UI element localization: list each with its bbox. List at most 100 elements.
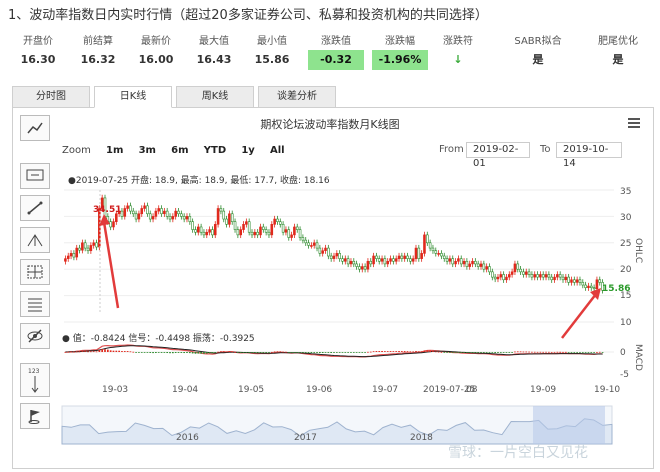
macd-bar: [398, 351, 400, 352]
macd-bar: [531, 351, 533, 353]
macd-bar: [576, 352, 578, 353]
candle-body: [146, 205, 149, 215]
macd-bar: [197, 352, 200, 354]
macd-bar: [121, 351, 123, 352]
macd-bar: [392, 351, 395, 352]
macd-bar: [98, 350, 101, 352]
macd-bar: [593, 352, 595, 353]
macd-bar: [208, 352, 211, 354]
watermark: 雪球：一片空白又见花: [448, 445, 588, 461]
navigator-window[interactable]: [533, 406, 605, 444]
candle-body: [389, 258, 392, 262]
macd-bar: [485, 352, 488, 353]
candle-body: [64, 258, 67, 262]
candle-body: [140, 208, 144, 215]
candle-body: [451, 258, 455, 265]
candle-body: [86, 247, 90, 252]
kline-chart[interactable]: ●2019-07-25 开盘: 18.9, 最高: 18.9, 最低: 17.7…: [0, 0, 660, 472]
macd-bar: [511, 352, 513, 353]
price-tick: 25: [620, 239, 631, 249]
candle-body: [233, 221, 237, 230]
macd-bar: [333, 352, 335, 353]
candle-body: [287, 229, 291, 238]
macd-bar: [482, 352, 485, 353]
macd-bar: [237, 352, 239, 353]
macd-bar: [463, 352, 465, 353]
candle-body: [493, 276, 497, 280]
macd-bar: [401, 351, 403, 352]
macd-axis-label: MACD: [633, 344, 643, 371]
candle-body: [581, 282, 585, 286]
macd-bar: [299, 352, 301, 353]
macd-bar: [590, 352, 593, 353]
candle-body: [442, 255, 446, 259]
candle-body: [482, 263, 486, 270]
macd-bar: [270, 351, 273, 353]
macd-bar: [200, 352, 202, 354]
candle-body: [505, 276, 508, 281]
macd-bar: [228, 351, 231, 353]
candle-body: [228, 213, 231, 225]
macd-bar: [73, 351, 75, 353]
macd-bar: [287, 352, 290, 353]
macd-bar: [423, 350, 426, 352]
candle-body: [239, 229, 242, 236]
macd-bar: [282, 351, 284, 353]
candle-body: [160, 208, 163, 215]
candle-body: [397, 255, 401, 259]
candle-body: [519, 268, 522, 273]
macd-bar: [143, 352, 146, 353]
macd-bar: [519, 351, 522, 353]
macd-bar: [460, 352, 463, 353]
macd-bar: [112, 350, 115, 352]
candle-body: [459, 258, 463, 265]
red-arrow-to-last: [561, 293, 597, 339]
candle-body: [496, 276, 500, 280]
macd-bar: [378, 351, 381, 352]
macd-bar: [403, 351, 406, 352]
macd-bar: [273, 351, 276, 353]
macd-bar: [90, 351, 92, 353]
candle-body: [445, 258, 449, 262]
macd-bar: [152, 352, 154, 354]
macd-bar: [115, 350, 118, 352]
x-tick: 19-06: [306, 385, 332, 395]
candle-body: [112, 221, 115, 228]
candle-body: [123, 208, 127, 217]
hover-info: ●2019-07-25 开盘: 18.9, 最高: 18.9, 最低: 17.7…: [68, 174, 330, 186]
candle-body: [278, 221, 282, 225]
candle-body: [349, 260, 353, 265]
candle-body: [341, 258, 344, 262]
candle-body: [539, 274, 542, 278]
candle-body: [564, 276, 568, 281]
candle-body: [366, 260, 370, 270]
macd-bar: [214, 352, 217, 353]
candle-body: [197, 226, 200, 233]
macd-bar: [188, 352, 191, 354]
candle-body: [417, 247, 421, 259]
macd-bar: [163, 352, 166, 353]
candle-body: [267, 231, 271, 236]
macd-bar: [350, 352, 352, 353]
candle-body: [394, 258, 398, 262]
macd-bar: [584, 352, 587, 353]
macd-bar: [104, 349, 106, 352]
x-tick: 19-03: [102, 385, 128, 395]
macd-bar: [562, 351, 564, 353]
candle-body: [502, 274, 505, 281]
macd-bar: [180, 352, 183, 353]
candle-body: [570, 279, 573, 283]
candle-body: [352, 260, 356, 265]
macd-bar: [361, 352, 364, 353]
candle-body: [403, 255, 406, 259]
candlestick-series: [64, 194, 604, 294]
candle-body: [360, 266, 364, 270]
macd-histogram: [64, 348, 604, 354]
x-tick: 19-04: [172, 385, 198, 395]
candle-body: [182, 216, 186, 220]
candle-body: [324, 247, 327, 252]
macd-bar: [174, 352, 177, 353]
candle-body: [290, 234, 293, 238]
macd-bar: [548, 351, 550, 353]
macd-bar: [389, 351, 392, 352]
